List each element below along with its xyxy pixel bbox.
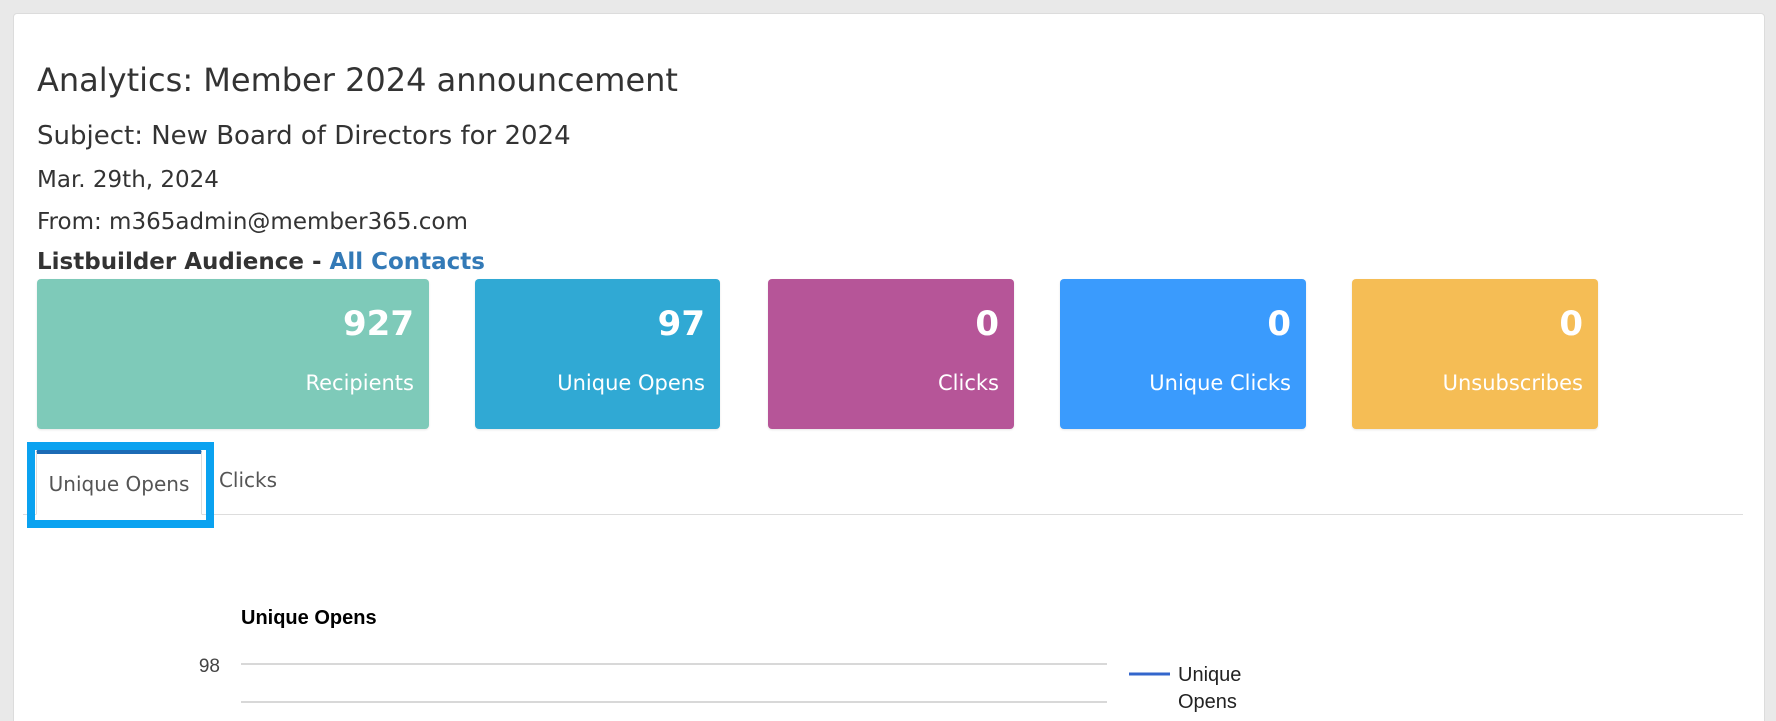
legend-label: Unique Opens bbox=[1178, 664, 1242, 713]
y-tick-label: 98 bbox=[199, 656, 220, 677]
unique-opens-chart: 98 bbox=[199, 656, 1170, 703]
